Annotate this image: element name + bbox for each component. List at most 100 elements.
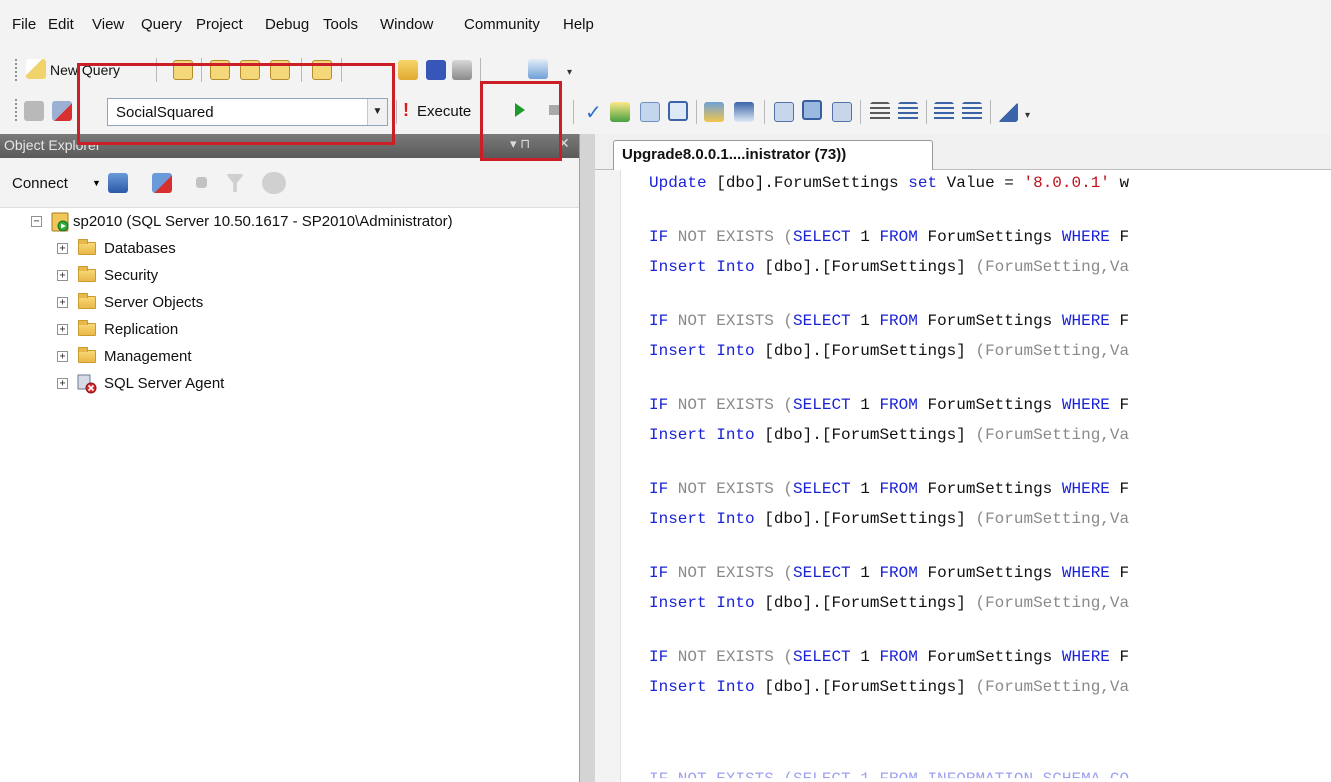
expand-icon[interactable]: + — [57, 270, 68, 281]
menu-tools[interactable]: Tools — [323, 16, 358, 33]
new-query-button[interactable]: New Query — [50, 62, 120, 78]
tree-node-security[interactable]: + Security — [0, 265, 579, 287]
tree-node-replication[interactable]: + Replication — [0, 319, 579, 341]
results-to-text-icon[interactable] — [774, 102, 794, 122]
menu-view[interactable]: View — [92, 16, 124, 33]
include-execution-plan-icon[interactable] — [734, 102, 754, 122]
toolbar-separator — [341, 58, 342, 82]
toolbar-separator — [573, 100, 574, 124]
stop-icon[interactable] — [196, 177, 207, 188]
close-icon[interactable]: ✕ — [558, 135, 570, 152]
open-file-icon[interactable] — [398, 60, 418, 80]
refresh-icon[interactable] — [262, 172, 286, 194]
connect-icon[interactable] — [24, 101, 44, 121]
disconnect-object-explorer-icon[interactable] — [152, 173, 172, 193]
new-query-icon[interactable] — [26, 59, 46, 79]
save-icon[interactable] — [426, 60, 446, 80]
server-node-label: sp2010 (SQL Server 10.50.1617 - SP2010\A… — [73, 213, 453, 230]
display-estimated-plan-icon[interactable] — [640, 102, 660, 122]
menu-debug[interactable]: Debug — [265, 16, 309, 33]
menu-project[interactable]: Project — [196, 16, 243, 33]
standard-toolbar: New Query ▾ — [0, 50, 1331, 90]
tree-node-label: SQL Server Agent — [104, 375, 225, 392]
chevron-down-icon[interactable]: ▼ — [92, 178, 101, 188]
results-to-grid-icon[interactable] — [802, 100, 822, 120]
folder-icon — [78, 239, 96, 255]
toolbar-overflow-icon[interactable]: ▾ — [567, 67, 572, 78]
folder-icon — [78, 320, 96, 336]
decrease-indent-icon[interactable] — [934, 102, 954, 122]
code-line-insert: Insert Into [dbo].[ForumSettings] (Forum… — [649, 678, 1130, 696]
debug-play-icon[interactable] — [515, 103, 525, 117]
analysis-query-icon[interactable] — [210, 60, 230, 80]
toolbar-overflow-icon[interactable]: ▾ — [1025, 110, 1030, 121]
menu-bar: File Edit View Query Project Debug Tools… — [0, 0, 1331, 50]
menu-query[interactable]: Query — [141, 16, 182, 33]
code-line-if: IF NOT EXISTS (SELECT 1 FROM ForumSettin… — [649, 564, 1130, 582]
comment-lines-icon[interactable] — [870, 102, 890, 122]
parse-icon[interactable] — [610, 102, 630, 122]
tree-node-label: Management — [104, 348, 192, 365]
database-selector[interactable]: SocialSquared ▼ — [107, 98, 388, 126]
tree-node-databases[interactable]: + Databases — [0, 238, 579, 260]
dmx-query-icon[interactable] — [270, 60, 290, 80]
activity-monitor-icon[interactable] — [528, 59, 548, 79]
connect-button[interactable]: Connect — [12, 175, 68, 192]
execute-icon[interactable]: ! — [403, 100, 409, 121]
menu-edit[interactable]: Edit — [48, 16, 74, 33]
object-explorer-title-bar: Object Explorer ▾ ⊓ ✕ — [0, 134, 579, 158]
query-editor[interactable]: Update [dbo].ForumSettings set Value = '… — [595, 170, 1331, 782]
tree-node-management[interactable]: + Management — [0, 346, 579, 368]
filter-icon[interactable] — [226, 174, 244, 192]
menu-help[interactable]: Help — [563, 16, 594, 33]
expand-icon[interactable]: + — [57, 324, 68, 335]
code-line-partial: IF NOT EXISTS (SELECT 1 FROM INFORMATION… — [649, 770, 1130, 782]
collapse-icon[interactable]: − — [31, 216, 42, 227]
toolbar-separator — [990, 100, 991, 124]
code-line-if: IF NOT EXISTS (SELECT 1 FROM ForumSettin… — [649, 648, 1130, 666]
code-line-update: Update [dbo].ForumSettings set Value = '… — [649, 174, 1130, 192]
pin-icon[interactable]: ▾ ⊓ — [510, 136, 530, 152]
expand-icon[interactable]: + — [57, 243, 68, 254]
chevron-down-icon[interactable]: ▼ — [367, 99, 387, 125]
object-explorer-toolbar: Connect ▼ — [0, 158, 579, 208]
expand-icon[interactable]: + — [57, 297, 68, 308]
parse-checkmark-icon[interactable]: ✓ — [585, 100, 602, 125]
increase-indent-icon[interactable] — [962, 102, 982, 122]
cancel-query-icon[interactable] — [549, 105, 559, 115]
toolbar-grip[interactable] — [14, 58, 18, 82]
menu-window[interactable]: Window — [380, 16, 433, 33]
toolbar-separator — [764, 100, 765, 124]
expand-icon[interactable]: + — [57, 351, 68, 362]
tab-query-document-label: Upgrade8.0.0.1....inistrator (73)) — [622, 146, 847, 163]
toolbar-separator — [480, 58, 481, 82]
execute-button[interactable]: Execute — [417, 103, 471, 120]
intellisense-icon[interactable] — [704, 102, 724, 122]
menu-file[interactable]: File — [12, 16, 36, 33]
toolbar-separator — [926, 100, 927, 124]
tab-query-document[interactable]: Upgrade8.0.0.1....inistrator (73)) — [613, 140, 933, 170]
toolbar-grip[interactable] — [14, 98, 18, 122]
mdx-query-icon[interactable] — [240, 60, 260, 80]
pane-splitter[interactable] — [579, 134, 595, 782]
tree-node-sql-server-agent[interactable]: + SQL Server Agent — [0, 373, 579, 395]
tree-node-server-objects[interactable]: + Server Objects — [0, 292, 579, 314]
server-icon — [51, 212, 69, 232]
disconnect-icon[interactable] — [52, 101, 72, 121]
code-line-insert: Insert Into [dbo].[ForumSettings] (Forum… — [649, 258, 1130, 276]
database-selector-value: SocialSquared — [116, 104, 214, 121]
xmla-query-icon[interactable] — [312, 60, 332, 80]
specify-template-values-icon[interactable] — [998, 102, 1018, 122]
folder-icon — [78, 266, 96, 282]
query-options-icon[interactable] — [668, 101, 688, 121]
connect-object-explorer-icon[interactable] — [108, 173, 128, 193]
code-line-insert: Insert Into [dbo].[ForumSettings] (Forum… — [649, 510, 1130, 528]
menu-community[interactable]: Community — [464, 16, 540, 33]
database-engine-query-icon[interactable] — [173, 60, 193, 80]
results-to-file-icon[interactable] — [832, 102, 852, 122]
expand-icon[interactable]: + — [57, 378, 68, 389]
print-icon[interactable] — [452, 60, 472, 80]
server-node[interactable]: − sp2010 (SQL Server 10.50.1617 - SP2010… — [0, 211, 579, 233]
uncomment-lines-icon[interactable] — [898, 102, 918, 122]
toolbar-separator — [78, 100, 79, 124]
